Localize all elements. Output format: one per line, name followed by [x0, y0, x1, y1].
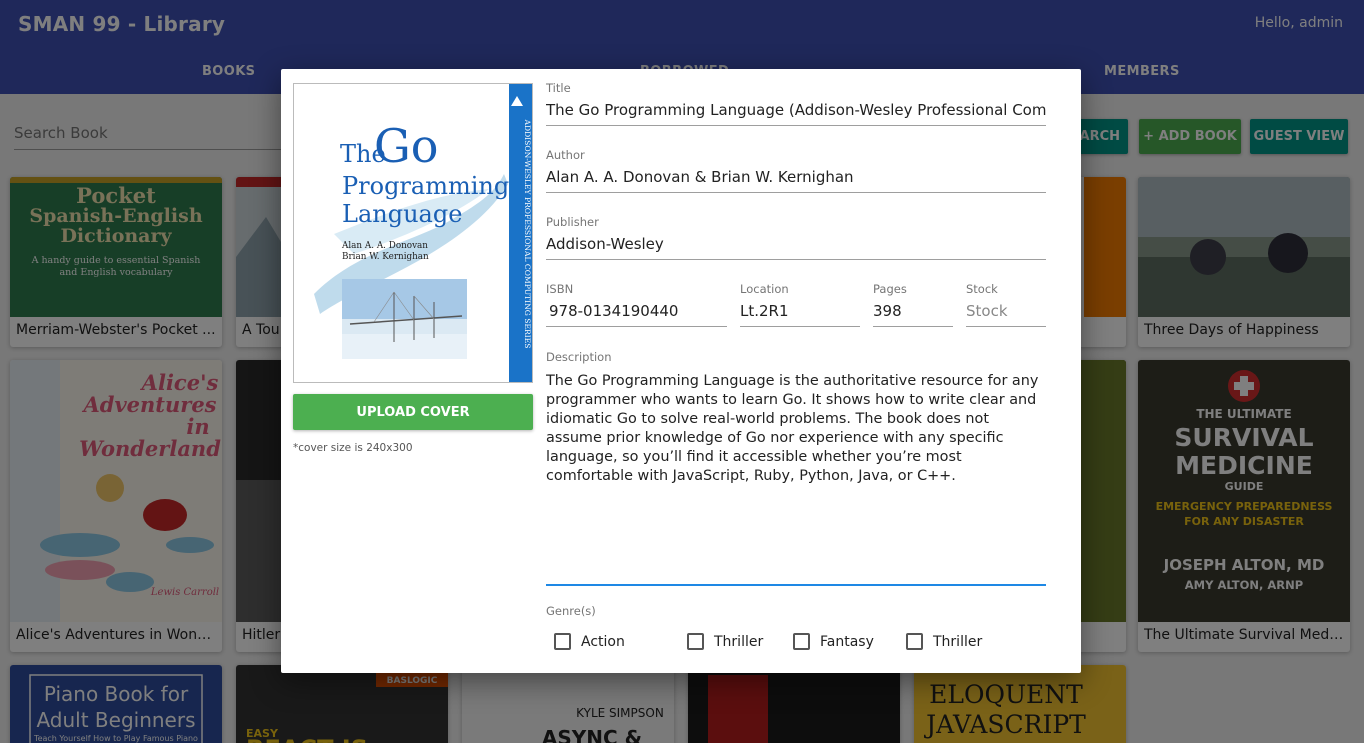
cover-author: Alan A. A. Donovan	[341, 241, 428, 251]
title-input[interactable]: The Go Programming Language (Addison-Wes…	[546, 101, 1046, 126]
cover-preview: ADDISON-WESLEY PROFESSIONAL COMPUTING SE…	[293, 83, 533, 383]
checkbox-icon[interactable]	[793, 633, 810, 650]
checkbox-icon[interactable]	[687, 633, 704, 650]
location-label: Location	[740, 282, 789, 296]
book-cover-image: ADDISON-WESLEY PROFESSIONAL COMPUTING SE…	[294, 84, 532, 382]
checkbox-icon[interactable]	[906, 633, 923, 650]
stock-label: Stock	[966, 282, 998, 296]
genre-name: Action	[581, 633, 625, 650]
stock-field: Stock Stock	[966, 282, 1046, 327]
location-field: Location Lt.2R1	[740, 282, 860, 327]
pages-label: Pages	[873, 282, 907, 296]
genre-name: Thriller	[714, 633, 764, 650]
title-label: Title	[546, 81, 571, 95]
description-label: Description	[546, 350, 612, 364]
pages-field: Pages 398	[873, 282, 953, 327]
stock-input[interactable]: Stock	[966, 302, 1046, 327]
isbn-label: ISBN	[546, 282, 574, 296]
publisher-field: Publisher Addison-Wesley	[546, 215, 1046, 260]
pages-input[interactable]: 398	[873, 302, 953, 327]
description-textarea[interactable]: The Go Programming Language is the autho…	[546, 372, 1046, 586]
author-input[interactable]: Alan A. A. Donovan & Brian W. Kernighan	[546, 168, 1046, 193]
genre-label: Genre(s)	[546, 604, 596, 618]
genre-name: Fantasy	[820, 633, 874, 650]
upload-cover-button[interactable]: UPLOAD COVER	[293, 394, 533, 430]
cover-title: Language	[342, 200, 462, 228]
publisher-label: Publisher	[546, 215, 599, 229]
genre-checkbox-thriller[interactable]: Thriller	[687, 633, 763, 650]
author-label: Author	[546, 148, 585, 162]
genre-checkbox-thriller-2[interactable]: Thriller	[906, 633, 982, 650]
cover-size-note: *cover size is 240x300	[293, 442, 413, 454]
genre-checkbox-action[interactable]: Action	[554, 633, 625, 650]
genre-checkbox-fantasy[interactable]: Fantasy	[793, 633, 874, 650]
cover-title: Programming	[342, 172, 509, 200]
genre-name: Thriller	[933, 633, 983, 650]
series-label: ADDISON-WESLEY PROFESSIONAL COMPUTING SE…	[523, 119, 532, 349]
title-field: Title The Go Programming Language (Addis…	[546, 81, 1046, 126]
checkbox-icon[interactable]	[554, 633, 571, 650]
author-field: Author Alan A. A. Donovan & Brian W. Ker…	[546, 148, 1046, 193]
cover-title: Go	[374, 119, 438, 173]
publisher-input[interactable]: Addison-Wesley	[546, 235, 1046, 260]
location-input[interactable]: Lt.2R1	[740, 302, 860, 327]
cover-author: Brian W. Kernighan	[342, 252, 429, 262]
edit-book-dialog: ADDISON-WESLEY PROFESSIONAL COMPUTING SE…	[281, 69, 1081, 673]
isbn-field: ISBN 978-0134190440	[546, 282, 727, 327]
isbn-input[interactable]: 978-0134190440	[546, 302, 727, 327]
